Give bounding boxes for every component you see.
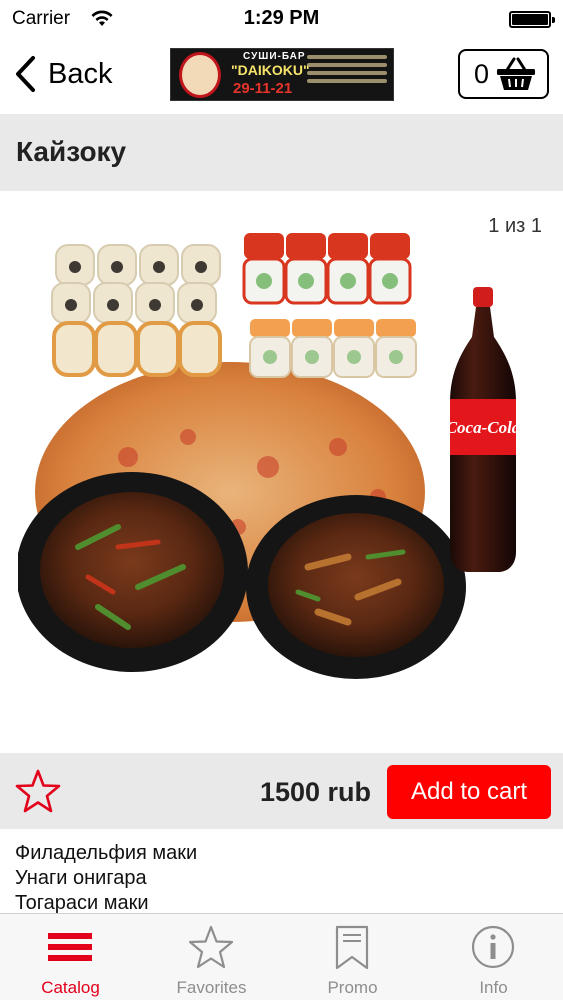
tab-promo[interactable]: Promo	[282, 914, 423, 1000]
product-title: Кайзоку	[16, 136, 127, 167]
tab-label: Promo	[327, 978, 378, 997]
bottle-label: Coca-Cola	[446, 418, 521, 437]
chevron-left-icon	[16, 56, 35, 92]
bookmark-icon	[335, 925, 369, 970]
restaurant-logo: СУШИ-БАР "DAIKOKU" 29-11-21	[170, 48, 394, 101]
cart-button[interactable]: 0	[458, 49, 549, 99]
description-line: Унаги онигара	[15, 867, 147, 889]
description-line: Тогараси маки	[15, 892, 149, 913]
product-image: Coca-Cola	[18, 233, 521, 679]
favorite-star-icon[interactable]	[14, 768, 62, 814]
tab-favorites[interactable]: Favorites	[141, 914, 282, 1000]
product-gallery[interactable]: 1 из 1 Coca-Cola	[0, 191, 563, 753]
status-bar: Carrier 1:29 PM	[0, 0, 563, 38]
basket-icon	[497, 57, 536, 90]
tab-bar: Catalog Favorites Promo Info	[0, 913, 563, 1000]
catalog-icon	[48, 933, 92, 961]
product-description: Филадельфия маки Унаги онигара Тогараси …	[0, 829, 563, 913]
cart-count: 0	[474, 58, 490, 89]
product-action-bar: 1500 rub Add to cart	[0, 753, 563, 829]
description-line: Филадельфия маки	[15, 842, 198, 864]
info-icon	[471, 925, 515, 969]
battery-icon	[509, 11, 555, 28]
add-to-cart-button[interactable]: Add to cart	[387, 765, 551, 819]
tab-label: Info	[479, 978, 508, 997]
star-icon	[188, 925, 234, 969]
tab-info[interactable]: Info	[423, 914, 563, 1000]
tab-label: Catalog	[41, 978, 100, 997]
product-price: 1500 rub	[259, 777, 371, 807]
tab-label: Favorites	[176, 978, 247, 997]
mascot-icon	[179, 52, 221, 98]
product-title-bar: Кайзоку	[0, 114, 563, 191]
clock: 1:29 PM	[243, 7, 320, 29]
navigation-bar: Back СУШИ-БАР "DAIKOKU" 29-11-21 0	[0, 38, 563, 114]
back-label: Back	[48, 57, 113, 90]
tab-catalog[interactable]: Catalog	[0, 914, 141, 1000]
back-button[interactable]: Back	[12, 52, 112, 96]
